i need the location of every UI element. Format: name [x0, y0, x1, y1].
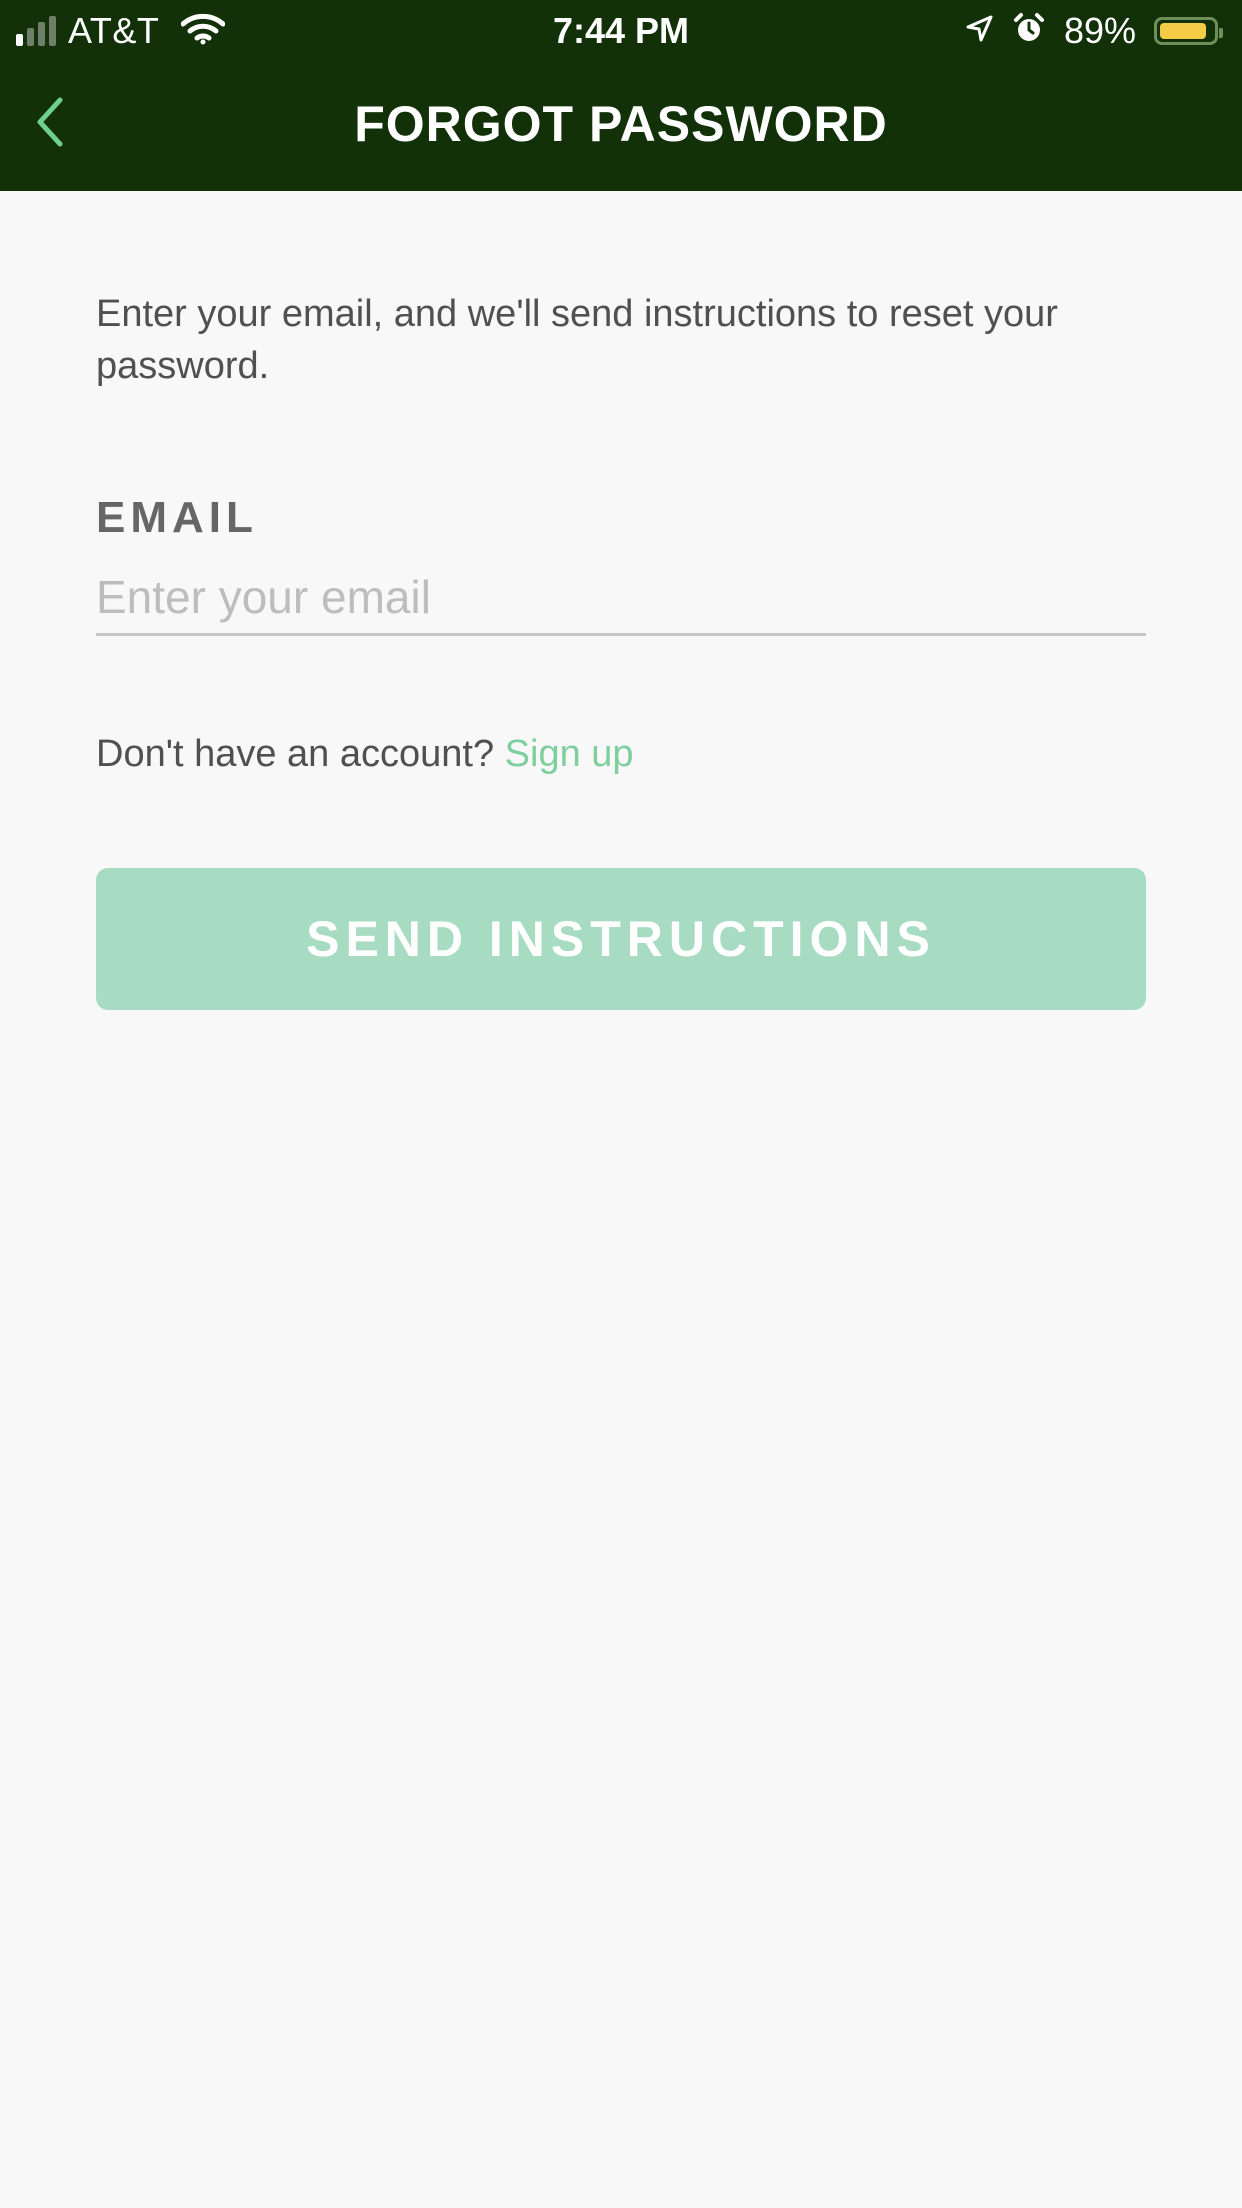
status-right: 89%	[964, 8, 1223, 54]
app-header: AT&T 7:44 PM 89% FORGOT PASSWORD	[0, 0, 1242, 191]
email-label: EMAIL	[96, 493, 258, 542]
page-title: FORGOT PASSWORD	[354, 96, 888, 152]
signup-prompt-text: Don't have an account?	[96, 733, 495, 775]
signup-link[interactable]: Sign up	[505, 733, 634, 775]
signup-prompt-row: Don't have an account? Sign up	[96, 728, 634, 780]
battery-percent: 89%	[1063, 10, 1136, 51]
send-instructions-button[interactable]: SEND INSTRUCTIONS	[96, 868, 1146, 1010]
instructions-text: Enter your email, and we'll send instruc…	[96, 293, 1058, 387]
email-field[interactable]	[96, 560, 1146, 636]
battery-icon	[1154, 17, 1223, 45]
status-bar: AT&T 7:44 PM 89%	[0, 0, 1242, 62]
alarm-clock-icon	[1012, 12, 1046, 51]
battery-level	[1160, 23, 1207, 39]
location-arrow-icon	[964, 14, 994, 49]
navigation-bar: FORGOT PASSWORD	[0, 62, 1242, 191]
